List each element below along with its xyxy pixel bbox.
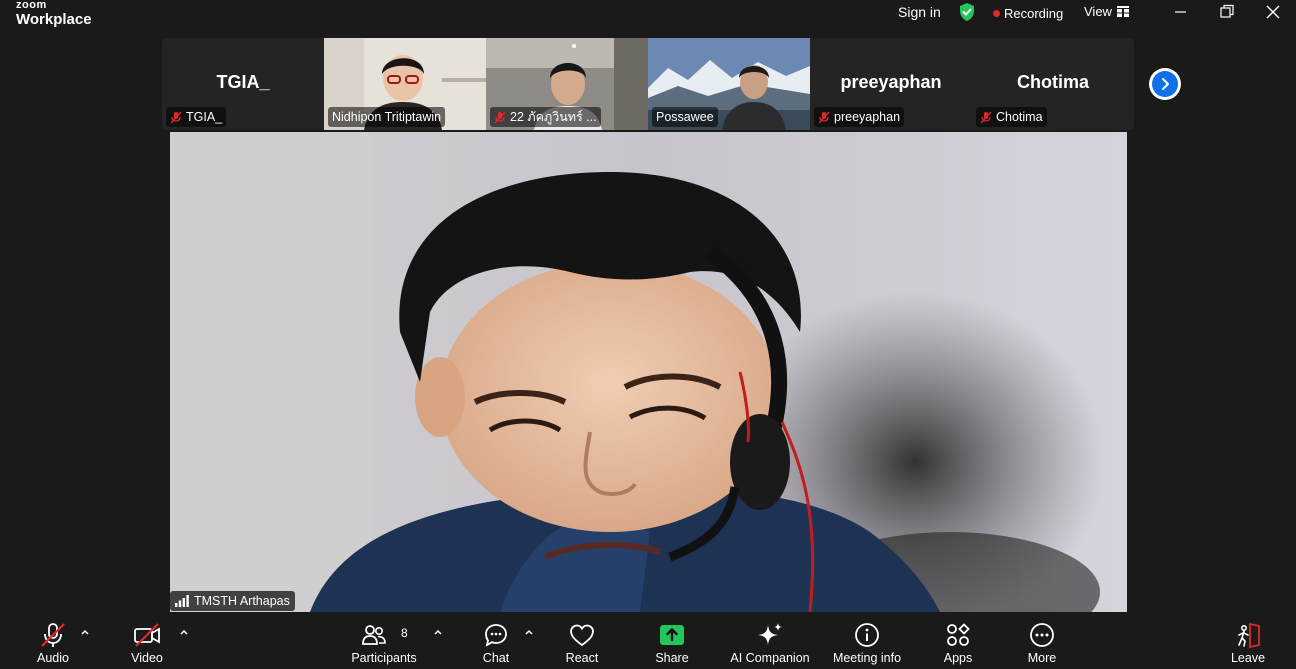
close-icon[interactable]	[1263, 2, 1283, 22]
minimize-icon[interactable]	[1171, 2, 1191, 22]
title-bar: zoom Workplace Sign in Recording View	[0, 0, 1296, 36]
brand-top: zoom	[16, 0, 47, 11]
more-icon	[1030, 623, 1054, 647]
leave-door-icon	[1238, 622, 1260, 649]
participant-name-large: preeyaphan	[840, 72, 942, 92]
more-button[interactable]: More	[1016, 612, 1068, 669]
participant-label-text: 22 ภัคภูวินทร์ ...	[510, 110, 597, 124]
apps-icon	[947, 623, 970, 646]
sign-in-link[interactable]: Sign in	[898, 4, 941, 20]
participants-icon	[362, 625, 386, 645]
participant-label-text: TGIA_	[186, 110, 223, 124]
chevron-up-icon[interactable]	[433, 628, 443, 636]
mic-muted-icon	[170, 111, 182, 123]
leave-label: Leave	[1230, 651, 1266, 665]
zoom-meeting-window: zoom Workplace Sign in Recording View TG…	[0, 0, 1296, 669]
mic-muted-icon	[494, 111, 506, 123]
react-label: React	[565, 651, 599, 665]
mic-muted-icon	[41, 623, 65, 647]
ai-companion-button[interactable]: AI Companion	[726, 612, 814, 669]
meeting-info-button[interactable]: Meeting info	[826, 612, 908, 669]
participant-thumbnail-strip: TGIA_ TGIA_ Nidhipon Tritiptawin 22 ภัคภ…	[162, 38, 1134, 130]
participant-label-text: Nidhipon Tritiptawin	[332, 110, 442, 124]
participant-label: Nidhipon Tritiptawin	[328, 107, 446, 127]
participant-label: preeyaphan	[814, 107, 905, 127]
recording-indicator[interactable]: Recording	[993, 6, 1063, 21]
share-button[interactable]: Share	[646, 612, 698, 669]
chevron-up-icon[interactable]	[179, 628, 189, 636]
chat-icon	[485, 624, 507, 647]
next-page-button[interactable]	[1149, 68, 1181, 100]
restore-icon[interactable]	[1217, 2, 1237, 22]
chevron-up-icon[interactable]	[80, 628, 90, 636]
meeting-controls-toolbar: Audio Video Participants 8 Chat React Sh…	[0, 612, 1296, 669]
participants-button[interactable]: Participants	[346, 612, 422, 669]
mic-muted-icon	[818, 111, 830, 123]
info-icon	[855, 623, 879, 647]
react-button[interactable]: React	[556, 612, 608, 669]
participant-tile[interactable]: preeyaphan preeyaphan	[810, 38, 972, 130]
share-screen-icon	[660, 625, 684, 645]
participant-tile[interactable]: 22 ภัคภูวินทร์ ...	[486, 38, 648, 130]
zoom-logo: zoom Workplace	[16, 0, 92, 27]
participant-label: 22 ภัคภูวินทร์ ...	[490, 107, 601, 127]
participant-label: Chotima	[976, 107, 1047, 127]
video-off-icon	[134, 623, 160, 647]
recording-label: Recording	[1004, 6, 1064, 21]
sparkle-icon	[758, 623, 782, 645]
participant-label-text: Chotima	[996, 110, 1043, 124]
audio-label: Audio	[37, 651, 69, 665]
participants-count-badge: 8	[401, 626, 408, 640]
chevron-right-icon	[1162, 78, 1169, 90]
participant-tile[interactable]: TGIA_ TGIA_	[162, 38, 324, 130]
brand-bottom: Workplace	[16, 11, 92, 28]
participant-name-large: TGIA_	[216, 72, 270, 92]
shield-check-icon[interactable]	[958, 2, 976, 22]
apps-label: Apps	[943, 651, 973, 665]
chat-label: Chat	[482, 651, 510, 665]
participant-tile[interactable]: Chotima Chotima	[972, 38, 1134, 130]
ai-companion-label: AI Companion	[730, 651, 810, 665]
active-speaker-name: TMSTH Arthapas	[194, 594, 290, 608]
view-label: View	[1084, 4, 1112, 19]
participant-tile[interactable]: Nidhipon Tritiptawin	[324, 38, 486, 130]
leave-button[interactable]: Leave	[1222, 612, 1274, 669]
participant-name-large: Chotima	[1017, 72, 1089, 92]
participant-label-text: Possawee	[656, 110, 714, 124]
mic-muted-icon	[980, 111, 992, 123]
share-label: Share	[655, 651, 689, 665]
active-speaker-label: TMSTH Arthapas	[170, 591, 295, 611]
signal-strength-icon	[175, 595, 189, 607]
audio-button[interactable]: Audio	[26, 612, 80, 669]
participant-label-text: preeyaphan	[834, 110, 901, 124]
chevron-up-icon[interactable]	[524, 628, 534, 636]
participant-tile[interactable]: Possawee	[648, 38, 810, 130]
view-button[interactable]: View	[1084, 4, 1129, 19]
participant-label: Possawee	[652, 107, 718, 127]
more-label: More	[1027, 651, 1057, 665]
video-label: Video	[131, 651, 163, 665]
participants-label: Participants	[351, 651, 417, 665]
speaker-video-frame	[170, 132, 1127, 612]
heart-icon	[570, 624, 594, 647]
video-button[interactable]: Video	[120, 612, 174, 669]
participant-label: TGIA_	[166, 107, 227, 127]
grid-icon	[1116, 6, 1129, 17]
chat-button[interactable]: Chat	[470, 612, 522, 669]
recording-dot-icon	[993, 10, 1000, 17]
active-speaker-video	[170, 132, 1127, 612]
meeting-info-label: Meeting info	[832, 651, 902, 665]
apps-button[interactable]: Apps	[932, 612, 984, 669]
